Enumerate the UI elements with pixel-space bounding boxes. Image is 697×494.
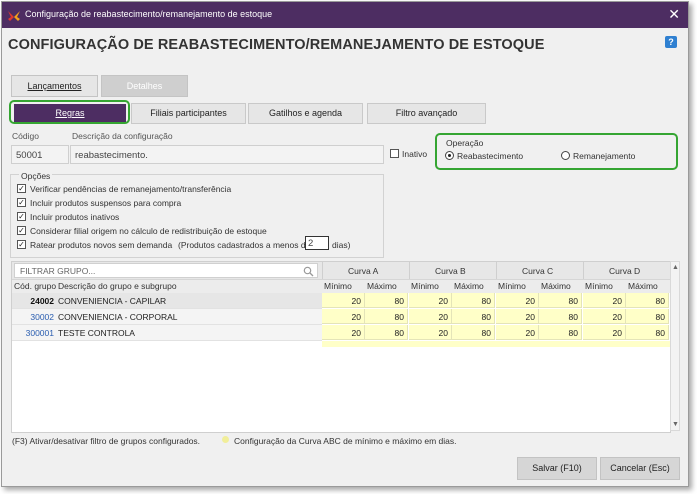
opcao-label-3: Incluir produtos inativos bbox=[30, 212, 120, 222]
curva-header-label: Curva B bbox=[435, 266, 466, 276]
opcao-checkbox-1[interactable]: ✓ bbox=[17, 184, 26, 193]
opcao-checkbox-2[interactable]: ✓ bbox=[17, 198, 26, 207]
dias-input[interactable]: 2 bbox=[305, 236, 329, 250]
tab-gatilhos-agenda[interactable]: Gatilhos e agenda bbox=[248, 103, 363, 124]
descricao-label: Descrição da configuração bbox=[72, 131, 173, 141]
tab-filiais-participantes[interactable]: Filiais participantes bbox=[131, 103, 246, 124]
value-cell-text: 80 bbox=[394, 296, 404, 306]
value-cell-text: 80 bbox=[655, 312, 665, 322]
value-cell-text: 80 bbox=[568, 312, 578, 322]
value-cell-filler bbox=[583, 341, 670, 347]
col-header-codigo: Cód. grupo bbox=[14, 281, 57, 291]
curva-header-label: Curva A bbox=[348, 266, 379, 276]
opcoes-label: Opções bbox=[19, 171, 53, 181]
value-cell-filler bbox=[322, 341, 409, 347]
f3-hint: (F3) Ativar/desativar filtro de grupos c… bbox=[12, 436, 201, 446]
curva-header-label: Curva D bbox=[609, 266, 641, 276]
group-code: 300001 bbox=[25, 328, 54, 338]
page-title: CONFIGURAÇÃO DE REABASTECIMENTO/REMANEJA… bbox=[8, 37, 545, 53]
opcao-label-1: Verificar pendências de remanejamento/tr… bbox=[30, 184, 232, 194]
produtos-prefix: (Produtos cadastrados a menos de bbox=[178, 240, 311, 250]
value-cell-text: 80 bbox=[481, 312, 491, 322]
group-description: TESTE CONTROLA bbox=[58, 328, 135, 338]
search-icon[interactable] bbox=[303, 266, 314, 277]
reabastecimento-label[interactable]: Reabastecimento bbox=[457, 151, 523, 161]
cancel-button[interactable]: Cancelar (Esc) bbox=[600, 457, 680, 480]
col-header-maximo: Máximo bbox=[454, 281, 484, 291]
legend-dot bbox=[222, 436, 229, 443]
config-dialog: Configuração de reabastecimento/remaneja… bbox=[1, 1, 689, 487]
col-header-maximo: Máximo bbox=[541, 281, 571, 291]
value-cell-text: 80 bbox=[481, 328, 491, 338]
radio-reabastecimento[interactable] bbox=[445, 151, 454, 160]
value-cell-text: 20 bbox=[351, 296, 361, 306]
opcao-label-5: Ratear produtos novos sem demanda bbox=[30, 240, 173, 250]
value-cell-text: 20 bbox=[351, 328, 361, 338]
value-cell-text: 20 bbox=[612, 296, 622, 306]
col-header-maximo: Máximo bbox=[367, 281, 397, 291]
value-cell-text: 20 bbox=[438, 296, 448, 306]
radio-remanejamento[interactable] bbox=[561, 151, 570, 160]
group-description: CONVENIENCIA - CORPORAL bbox=[58, 312, 178, 322]
codigo-label: Código bbox=[12, 131, 39, 141]
tab-detalhes[interactable]: Detalhes bbox=[101, 75, 188, 97]
col-header-minimo: Mínimo bbox=[498, 281, 526, 291]
operacao-label: Operação bbox=[446, 138, 484, 148]
col-header-minimo: Mínimo bbox=[324, 281, 352, 291]
inativo-label: Inativo bbox=[402, 149, 428, 159]
curva-header-label: Curva C bbox=[522, 266, 554, 276]
filter-input[interactable]: FILTRAR GRUPO... bbox=[14, 263, 318, 278]
value-cell-text: 80 bbox=[394, 312, 404, 322]
value-cell-text: 20 bbox=[525, 328, 535, 338]
groups-grid: FILTRAR GRUPO... Curva A Curva B Curva C Cu… bbox=[11, 261, 671, 433]
group-code: 30002 bbox=[30, 312, 54, 322]
value-cell-text: 20 bbox=[612, 312, 622, 322]
scroll-up-icon[interactable]: ▲ bbox=[672, 264, 679, 271]
col-header-minimo: Mínimo bbox=[585, 281, 613, 291]
opcao-label-4: Considerar filial origem no cálculo de r… bbox=[30, 226, 267, 236]
scroll-down-icon[interactable]: ▼ bbox=[672, 421, 679, 428]
abc-hint: Configuração da Curva ABC de mínimo e má… bbox=[234, 436, 457, 446]
tab-filtro-avancado[interactable]: Filtro avançado bbox=[367, 103, 486, 124]
opcao-label-2: Incluir produtos suspensos para compra bbox=[30, 198, 182, 208]
value-cell-filler bbox=[496, 341, 583, 347]
radio-selected-dot bbox=[448, 154, 451, 157]
produtos-suffix: dias) bbox=[332, 240, 351, 250]
value-cell-filler bbox=[409, 341, 496, 347]
grid-scrollbar[interactable]: ▲ ▼ bbox=[670, 261, 680, 431]
col-header-maximo: Máximo bbox=[628, 281, 658, 291]
value-cell-text: 80 bbox=[655, 328, 665, 338]
value-cell-text: 20 bbox=[525, 312, 535, 322]
value-cell-text: 80 bbox=[481, 296, 491, 306]
codigo-field[interactable]: 50001 bbox=[11, 145, 69, 164]
title-bar[interactable]: Configuração de reabastecimento/remaneja… bbox=[2, 2, 688, 28]
tab-regras[interactable]: Regras bbox=[14, 104, 126, 122]
value-cell-text: 80 bbox=[568, 296, 578, 306]
value-cell-text: 20 bbox=[525, 296, 535, 306]
remanejamento-label[interactable]: Remanejamento bbox=[573, 151, 635, 161]
value-cell-text: 20 bbox=[438, 328, 448, 338]
tab-lancamentos[interactable]: Lançamentos bbox=[11, 75, 98, 97]
opcao-checkbox-4[interactable]: ✓ bbox=[17, 226, 26, 235]
close-icon[interactable]: ✕ bbox=[668, 5, 680, 23]
col-header-descricao: Descrição do grupo e subgrupo bbox=[58, 281, 177, 291]
save-button[interactable]: Salvar (F10) bbox=[517, 457, 597, 480]
descricao-field[interactable]: reabastecimento. bbox=[70, 145, 384, 164]
value-cell-text: 20 bbox=[612, 328, 622, 338]
value-cell-text: 80 bbox=[568, 328, 578, 338]
group-code: 24002 bbox=[30, 296, 54, 306]
value-cell-text: 80 bbox=[655, 296, 665, 306]
col-header-minimo: Mínimo bbox=[411, 281, 439, 291]
opcao-checkbox-3[interactable]: ✓ bbox=[17, 212, 26, 221]
value-cell-text: 20 bbox=[438, 312, 448, 322]
help-icon[interactable]: ? bbox=[665, 36, 677, 48]
value-cell-text: 20 bbox=[351, 312, 361, 322]
window-title: Configuração de reabastecimento/remaneja… bbox=[25, 9, 273, 19]
value-cell-text: 80 bbox=[394, 328, 404, 338]
app-logo-icon bbox=[8, 11, 20, 21]
group-description: CONVENIENCIA - CAPILAR bbox=[58, 296, 167, 306]
opcao-checkbox-5[interactable]: ✓ bbox=[17, 240, 26, 249]
filter-placeholder: FILTRAR GRUPO... bbox=[20, 266, 96, 276]
inativo-checkbox[interactable] bbox=[390, 149, 399, 158]
